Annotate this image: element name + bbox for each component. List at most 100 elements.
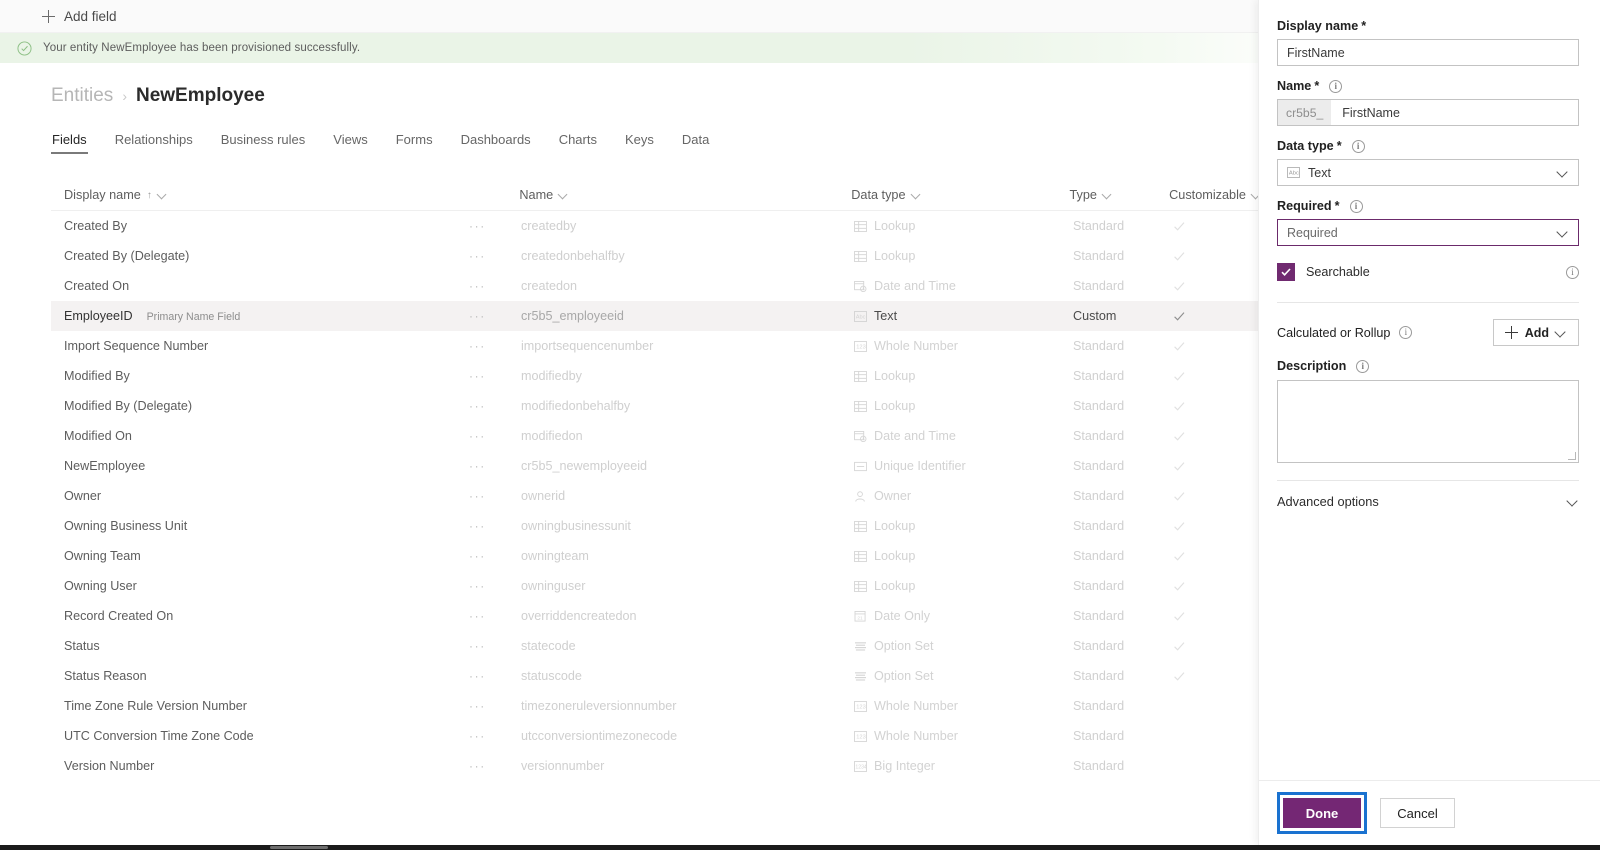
table-row[interactable]: Status ··· statecode Option Set Standard: [51, 631, 1258, 661]
breadcrumb-entities-link[interactable]: Entities: [51, 85, 113, 107]
info-icon[interactable]: i: [1349, 199, 1363, 213]
column-header-customizable[interactable]: Customizable: [1169, 188, 1258, 202]
tab-views[interactable]: Views: [332, 128, 368, 154]
cell-display-name: Created By (Delegate): [51, 249, 469, 263]
table-row[interactable]: Owning Business Unit ··· owningbusinessuni…: [51, 511, 1258, 541]
info-icon[interactable]: i: [1566, 265, 1579, 279]
check-icon: [1174, 221, 1185, 231]
row-overflow-menu-icon[interactable]: ···: [469, 729, 486, 743]
table-row[interactable]: Created On ··· createdon Date and Time Stand…: [51, 271, 1258, 301]
done-button[interactable]: Done: [1283, 798, 1361, 828]
data-type-text: Lookup: [874, 549, 916, 563]
column-header-name[interactable]: Name: [519, 188, 851, 202]
success-notification: Your entity NewEmployee has been provisi…: [0, 33, 1258, 63]
row-overflow-menu-icon[interactable]: ···: [469, 399, 486, 413]
info-icon[interactable]: i: [1351, 139, 1365, 153]
horizontal-scrollbar-thumb[interactable]: [270, 846, 328, 849]
row-overflow-menu-icon[interactable]: ···: [469, 489, 486, 503]
info-icon[interactable]: i: [1356, 359, 1370, 373]
table-row[interactable]: Created By (Delegate) ··· createdonbehalfb…: [51, 241, 1258, 271]
tab-forms[interactable]: Forms: [395, 128, 434, 154]
table-row[interactable]: Modified On ··· modifiedon Date and Time Sta…: [51, 421, 1258, 451]
field-display-name: EmployeeID: [64, 309, 133, 323]
row-overflow-menu-icon[interactable]: ···: [469, 609, 486, 623]
table-row[interactable]: UTC Conversion Time Zone Code ··· utcconve…: [51, 721, 1258, 751]
table-row[interactable]: NewEmployee ··· cr5b5_newemployeeid Unique …: [51, 451, 1258, 481]
column-header-display-name[interactable]: Display name ↑: [51, 188, 468, 202]
row-overflow-menu-icon[interactable]: ···: [469, 339, 486, 353]
cancel-button[interactable]: Cancel: [1380, 798, 1455, 828]
add-field-button[interactable]: Add field: [36, 6, 123, 27]
chevron-down-icon[interactable]: [559, 190, 568, 199]
row-overflow-menu-icon[interactable]: ···: [469, 279, 486, 293]
data-type-text: Owner: [874, 489, 912, 503]
table-row[interactable]: Owning Team ··· owningteam Lookup Standard: [51, 541, 1258, 571]
table-row[interactable]: EmployeeID Primary Name Field ··· cr5b5_emp…: [51, 301, 1258, 331]
table-row[interactable]: Modified By ··· modifiedby Lookup Standard: [51, 361, 1258, 391]
table-row[interactable]: Version Number ··· versionnumber 1234 Big In…: [51, 751, 1258, 781]
cell-row-menu: ···: [469, 549, 521, 563]
column-header-data-type[interactable]: Data type: [851, 188, 1069, 202]
name-input[interactable]: FirstName: [1331, 100, 1578, 125]
chevron-down-icon[interactable]: [158, 190, 167, 199]
row-overflow-menu-icon[interactable]: ···: [469, 699, 486, 713]
tab-fields[interactable]: Fields: [51, 128, 88, 154]
chevron-down-icon[interactable]: [1103, 190, 1112, 199]
chevron-down-icon[interactable]: [912, 190, 921, 199]
info-icon[interactable]: i: [1329, 79, 1343, 93]
row-overflow-menu-icon[interactable]: ···: [469, 459, 486, 473]
check-icon: [1174, 251, 1185, 261]
type-text: Standard: [1073, 459, 1125, 473]
row-overflow-menu-icon[interactable]: ···: [469, 369, 486, 383]
cell-logical-name: createdby: [521, 219, 854, 233]
tab-dashboards[interactable]: Dashboards: [460, 128, 532, 154]
advanced-options-toggle[interactable]: Advanced options: [1277, 481, 1579, 509]
cell-type: Standard: [1073, 609, 1173, 623]
row-overflow-menu-icon[interactable]: ···: [469, 519, 486, 533]
row-overflow-menu-icon[interactable]: ···: [469, 759, 486, 773]
table-row[interactable]: Modified By (Delegate) ··· modifiedonbehal…: [51, 391, 1258, 421]
table-row[interactable]: Time Zone Rule Version Number ··· timezone…: [51, 691, 1258, 721]
cell-logical-name: timezoneruleversionnumber: [521, 699, 854, 713]
row-overflow-menu-icon[interactable]: ···: [469, 639, 486, 653]
cell-row-menu: ···: [469, 759, 521, 773]
row-overflow-menu-icon[interactable]: ···: [469, 429, 486, 443]
table-row[interactable]: Owning User ··· owninguser Lookup Standard: [51, 571, 1258, 601]
row-overflow-menu-icon[interactable]: ···: [469, 549, 486, 563]
row-overflow-menu-icon[interactable]: ···: [469, 219, 486, 233]
column-label: Customizable: [1169, 188, 1246, 202]
info-icon[interactable]: i: [1399, 326, 1413, 339]
table-row[interactable]: Status Reason ··· statuscode Option Set Stan…: [51, 661, 1258, 691]
searchable-checkbox[interactable]: [1277, 263, 1295, 281]
data-type-dropdown[interactable]: Abc Text: [1277, 159, 1579, 186]
type-text: Standard: [1073, 519, 1125, 533]
row-overflow-menu-icon[interactable]: ···: [469, 309, 486, 323]
tab-charts[interactable]: Charts: [558, 128, 598, 154]
tab-keys[interactable]: Keys: [624, 128, 655, 154]
column-header-type[interactable]: Type: [1069, 188, 1169, 202]
add-calculated-button[interactable]: Add: [1492, 319, 1579, 346]
tab-business-rules[interactable]: Business rules: [220, 128, 307, 154]
label-text: Required: [1277, 199, 1332, 213]
field-display-name: Owner: [64, 489, 102, 503]
cell-type: Standard: [1073, 669, 1173, 683]
table-row[interactable]: Created By ··· createdby Lookup Standard: [51, 211, 1258, 241]
dateonly-icon: 21: [854, 610, 866, 622]
table-row[interactable]: Import Sequence Number ··· importsequencen…: [51, 331, 1258, 361]
tab-relationships[interactable]: Relationships: [114, 128, 194, 154]
breadcrumb-separator: ›: [122, 88, 127, 104]
display-name-input[interactable]: FirstName: [1277, 39, 1579, 66]
table-row[interactable]: Record Created On ··· overriddencreatedon 2…: [51, 601, 1258, 631]
cell-row-menu: ···: [469, 459, 521, 473]
row-overflow-menu-icon[interactable]: ···: [469, 249, 486, 263]
table-row[interactable]: Owner ··· ownerid Owner Standard: [51, 481, 1258, 511]
field-logical-name: cr5b5_employeeid: [521, 309, 624, 323]
row-overflow-menu-icon[interactable]: ···: [469, 669, 486, 683]
cell-data-type: Date and Time: [854, 429, 1073, 443]
description-textarea[interactable]: [1277, 380, 1579, 463]
check-icon: [1174, 641, 1185, 651]
row-overflow-menu-icon[interactable]: ···: [469, 579, 486, 593]
chevron-down-icon: [1558, 227, 1569, 238]
required-dropdown[interactable]: Required: [1277, 219, 1579, 246]
tab-data[interactable]: Data: [681, 128, 710, 154]
